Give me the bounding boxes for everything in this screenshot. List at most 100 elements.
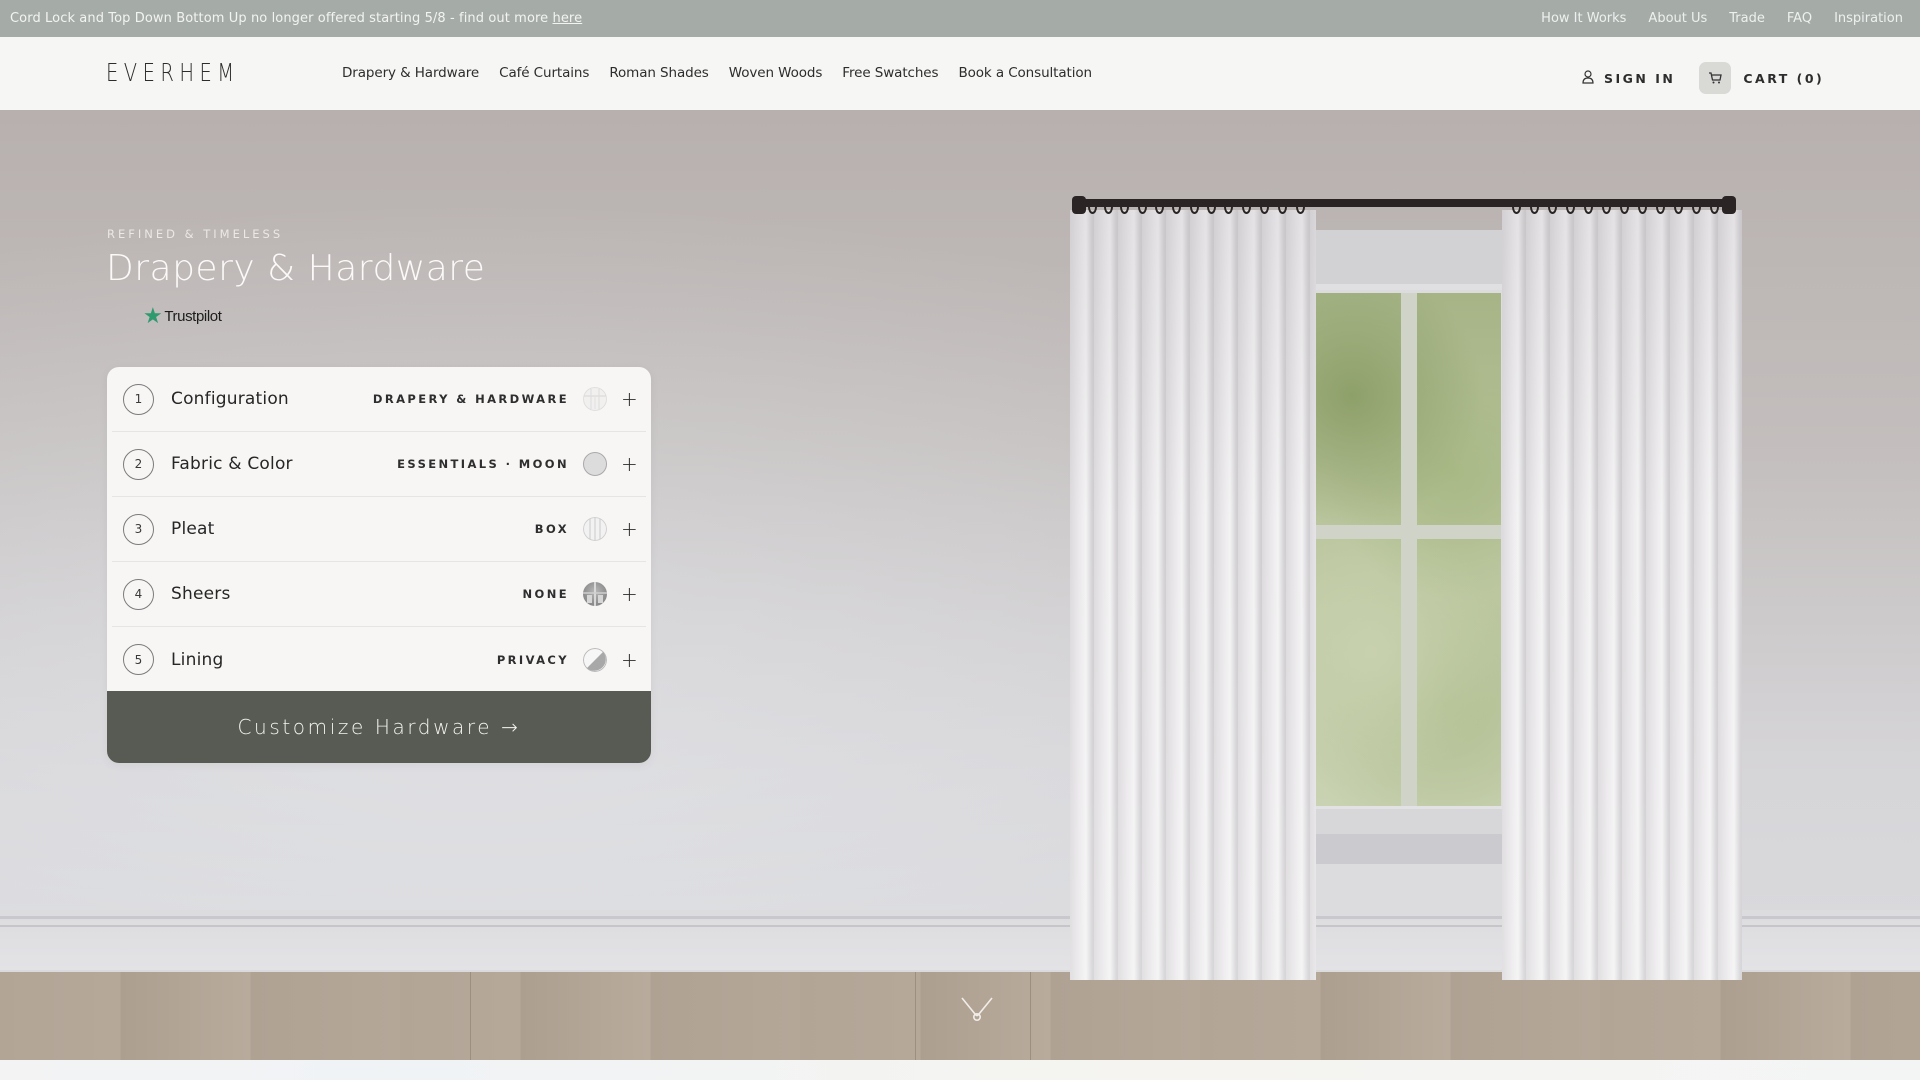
curtain-ring [1242, 200, 1251, 214]
utility-link-inspiration[interactable]: Inspiration [1834, 11, 1903, 26]
curtain-ring [1530, 200, 1539, 214]
step-label: Pleat [171, 519, 215, 539]
step-number: 2 [123, 448, 154, 480]
config-step-pleat[interactable]: 3 Pleat BOX + [112, 497, 646, 562]
step-label: Lining [171, 649, 224, 670]
utility-link-how-it-works[interactable]: How It Works [1541, 11, 1626, 26]
curtain-ring [1207, 200, 1216, 214]
fabric-swatch-icon [583, 452, 607, 476]
window-mullion-horizontal [1315, 525, 1501, 539]
announcement-bar: Cord Lock and Top Down Bottom Up no long… [0, 0, 1920, 37]
user-icon [1582, 69, 1594, 87]
curtain-ring [1104, 200, 1113, 214]
curtain-ring [1566, 200, 1575, 214]
step-number: 4 [123, 578, 154, 610]
trustpilot-star-icon: ★ [143, 303, 163, 328]
config-step-fabric-color[interactable]: 2 Fabric & Color ESSENTIALS · MOON + [112, 432, 646, 497]
rod-finial-left [1072, 196, 1086, 214]
expand-plus-icon[interactable]: + [621, 454, 638, 474]
step-value: ESSENTIALS · MOON [397, 457, 569, 471]
step-number: 1 [123, 383, 154, 415]
curtain-ring [1548, 200, 1557, 214]
utility-link-trade[interactable]: Trade [1729, 11, 1765, 26]
step-number: 3 [123, 513, 154, 545]
main-nav: Drapery & Hardware Café Curtains Roman S… [342, 65, 1092, 81]
expand-plus-icon[interactable]: + [621, 519, 638, 539]
curtain-ring [1155, 200, 1164, 214]
cart-link[interactable]: CART (0) [1743, 71, 1824, 86]
logo[interactable]: EVERHEM [106, 58, 240, 87]
sheers-thumb-icon [583, 582, 607, 606]
hero-eyebrow: REFINED & TIMELESS [107, 227, 284, 241]
expand-plus-icon[interactable]: + [621, 389, 638, 409]
window-sill [1312, 806, 1502, 834]
step-value: NONE [522, 587, 569, 601]
sign-in-button[interactable]: SIGN IN [1582, 69, 1675, 87]
curtain-shading-right [1502, 210, 1742, 980]
curtain-ring [1692, 200, 1701, 214]
utility-link-about-us[interactable]: About Us [1648, 11, 1707, 26]
floor-seam [915, 972, 916, 1060]
step-value: BOX [534, 522, 569, 536]
configuration-thumb-icon [583, 387, 607, 411]
curtain-ring [1172, 200, 1181, 214]
utility-link-faq[interactable]: FAQ [1787, 11, 1812, 26]
window-apron [1312, 834, 1502, 864]
curtain-ring [1190, 200, 1199, 214]
curtain-ring [1710, 200, 1719, 214]
step-value: DRAPERY & HARDWARE [372, 392, 569, 406]
utility-nav: How It Works About Us Trade FAQ Inspirat… [1541, 11, 1910, 26]
step-number: 5 [123, 644, 154, 675]
curtain-ring [1602, 200, 1611, 214]
curtain-ring [1584, 200, 1593, 214]
site-header: EVERHEM Drapery & Hardware Café Curtains… [0, 37, 1920, 110]
config-step-configuration[interactable]: 1 Configuration DRAPERY & HARDWARE + [112, 367, 646, 432]
hero-section: REFINED & TIMELESS Drapery & Hardware ★ … [0, 110, 1920, 1060]
nav-free-swatches[interactable]: Free Swatches [842, 65, 938, 81]
scroll-down-icon[interactable] [960, 995, 994, 1027]
curtain-shading-left [1070, 210, 1316, 980]
step-label: Configuration [171, 389, 289, 409]
curtain-ring [1656, 200, 1665, 214]
step-value: PRIVACY [496, 652, 569, 667]
curtain-ring [1120, 200, 1129, 214]
curtain-ring [1674, 200, 1683, 214]
cart-icon-button[interactable] [1699, 62, 1732, 94]
floor-seam [470, 972, 471, 1060]
announcement-text: Cord Lock and Top Down Bottom Up no long… [10, 11, 549, 26]
nav-book-consultation[interactable]: Book a Consultation [958, 65, 1092, 81]
trustpilot-badge[interactable]: ★ Trustpilot [143, 303, 222, 328]
step-label: Fabric & Color [171, 454, 293, 474]
curtain-ring [1620, 200, 1629, 214]
curtain-ring [1278, 200, 1287, 214]
curtain-ring [1224, 200, 1233, 214]
account-area: SIGN IN CART (0) [1582, 62, 1824, 94]
floor-seam [1030, 972, 1031, 1060]
trustpilot-label: Trustpilot [164, 307, 222, 325]
below-fold-strip [0, 1060, 1920, 1080]
cart-icon [1708, 69, 1723, 88]
step-label: Sheers [171, 584, 231, 604]
customize-hardware-button[interactable]: Customize Hardware → [107, 691, 651, 763]
lining-thumb-icon [583, 647, 607, 672]
window-header [1312, 230, 1502, 290]
curtain-ring [1088, 200, 1097, 214]
configurator-panel: 1 Configuration DRAPERY & HARDWARE + 2 F… [107, 367, 651, 763]
curtain-ring [1296, 200, 1305, 214]
curtain-ring [1512, 200, 1521, 214]
page-title: Drapery & Hardware [106, 248, 486, 289]
expand-plus-icon[interactable]: + [621, 584, 638, 604]
nav-woven-woods[interactable]: Woven Woods [729, 65, 823, 81]
expand-plus-icon[interactable]: + [621, 650, 638, 670]
pleat-thumb-icon [583, 517, 607, 541]
announcement-message: Cord Lock and Top Down Bottom Up no long… [10, 11, 582, 26]
rod-finial-right [1722, 196, 1736, 214]
curtain-ring [1638, 200, 1647, 214]
nav-drapery-hardware[interactable]: Drapery & Hardware [342, 65, 479, 81]
config-step-lining[interactable]: 5 Lining PRIVACY + [112, 627, 646, 692]
announcement-link[interactable]: here [553, 11, 583, 26]
config-step-sheers[interactable]: 4 Sheers NONE + [112, 562, 646, 627]
curtain-ring [1260, 200, 1269, 214]
nav-roman-shades[interactable]: Roman Shades [609, 65, 709, 81]
nav-cafe-curtains[interactable]: Café Curtains [499, 65, 589, 81]
